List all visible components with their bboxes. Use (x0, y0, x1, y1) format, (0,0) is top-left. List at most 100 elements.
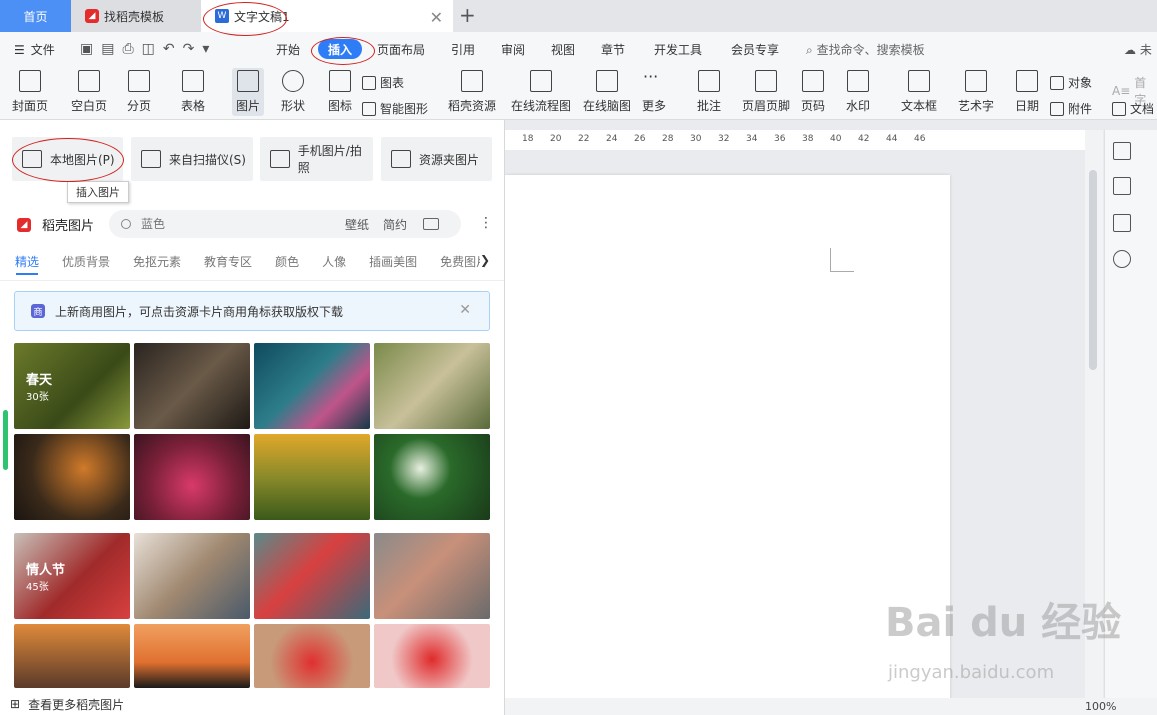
scanner-button[interactable]: 来自扫描仪(S) (131, 137, 253, 181)
selection-icon[interactable] (1113, 177, 1131, 195)
page-break-button[interactable]: 分页 (127, 70, 151, 114)
watermark-button[interactable]: 水印 (846, 70, 870, 114)
image-thumbnail[interactable] (14, 434, 130, 520)
shape-button[interactable]: 形状 (281, 70, 305, 114)
header-footer-button[interactable]: 页眉页脚 (742, 70, 790, 114)
picture-button[interactable]: 图片 (232, 68, 265, 116)
image-thumbnail[interactable] (254, 343, 370, 429)
menu-view[interactable]: 视图 (551, 41, 575, 58)
menu-bar: ☰ 文件 ▣ ▤ ⎙ ◫ ↶ ↷ ▾ 开始 插入 页面布局 引用 审阅 视图 章… (0, 32, 1157, 66)
add-tab-button[interactable]: + (459, 3, 476, 27)
blank-page-button[interactable]: 空白页 (71, 70, 107, 114)
chart-button[interactable]: 图表 (362, 74, 404, 91)
category-cutouts[interactable]: 免抠元素 (133, 253, 181, 277)
find-icon[interactable] (1113, 250, 1131, 268)
dropdown-icon[interactable]: ▾ (202, 41, 209, 57)
image-thumbnail[interactable] (134, 624, 250, 688)
phone-icon (270, 150, 290, 168)
page-number-button[interactable]: 页码 (801, 70, 825, 114)
resource-button[interactable]: 稻壳资源 (448, 70, 496, 114)
export-icon[interactable]: ▤ (101, 41, 114, 57)
preview-icon[interactable]: ◫ (142, 41, 155, 57)
cover-page-button[interactable]: 封面页 (12, 70, 48, 114)
resource-label: 稻壳资源 (448, 99, 497, 113)
category-portraits[interactable]: 人像 (322, 253, 346, 277)
collection-spring-card[interactable]: 春天 30张 (14, 343, 130, 429)
print-icon[interactable]: ⎙ (122, 41, 133, 57)
smartart-button[interactable]: 智能图形 (362, 100, 428, 117)
menu-developer[interactable]: 开发工具 (654, 41, 702, 58)
menu-references[interactable]: 引用 (451, 41, 475, 58)
image-thumbnail[interactable] (134, 343, 250, 429)
attachment-button[interactable]: 附件 (1050, 100, 1092, 117)
textbox-button[interactable]: 文本框 (901, 70, 937, 114)
image-thumbnail[interactable] (14, 624, 130, 688)
undo-icon[interactable]: ↶ (163, 41, 175, 57)
local-picture-button[interactable]: 本地图片(P) (12, 137, 123, 181)
panel-scroll-indicator[interactable] (3, 410, 8, 470)
table-button[interactable]: 表格 (181, 70, 205, 114)
image-thumbnail[interactable] (374, 434, 490, 520)
image-thumbnail[interactable] (134, 434, 250, 520)
save-icon[interactable]: ▣ (80, 41, 93, 57)
command-search[interactable]: ⌕ 查找命令、搜索模板 (806, 41, 925, 58)
menu-start[interactable]: 开始 (276, 41, 300, 58)
docpart-button[interactable]: 文档 (1112, 100, 1154, 117)
cloud-status[interactable]: ☁ 未 (1124, 41, 1152, 58)
icon-label: 图标 (328, 99, 353, 113)
search-tag-wallpaper[interactable]: 壁纸 (345, 216, 369, 233)
menu-page-layout[interactable]: 页面布局 (377, 41, 425, 58)
image-icon (22, 150, 42, 168)
outline-icon[interactable] (1113, 142, 1131, 160)
image-thumbnail[interactable] (374, 343, 490, 429)
image-thumbnail[interactable] (254, 434, 370, 520)
resource-folder-button[interactable]: 资源夹图片 (381, 137, 492, 181)
image-thumbnail[interactable] (374, 624, 490, 688)
object-button[interactable]: 对象 (1050, 74, 1092, 91)
more-options-icon[interactable]: ⋮ (479, 215, 493, 231)
tab-home[interactable]: 首页 (0, 0, 71, 32)
category-colors[interactable]: 颜色 (275, 253, 299, 277)
ruler-mark: 36 (774, 134, 786, 144)
image-thumbnail[interactable] (254, 533, 370, 619)
close-icon[interactable]: ✕ (430, 8, 443, 27)
file-menu[interactable]: ☰ 文件 (14, 41, 55, 58)
document-page[interactable] (505, 175, 950, 715)
tooltip: 插入图片 (67, 181, 129, 203)
mindmap-button[interactable]: 在线脑图 (583, 70, 631, 114)
camera-icon[interactable] (423, 218, 440, 230)
category-education[interactable]: 教育专区 (204, 253, 252, 277)
close-icon[interactable]: ✕ (459, 302, 471, 318)
image-thumbnail[interactable] (374, 533, 490, 619)
bookmark-icon[interactable] (1113, 214, 1131, 232)
date-button[interactable]: 日期 (1015, 70, 1039, 114)
menu-section[interactable]: 章节 (601, 41, 625, 58)
icon-button[interactable]: 图标 (328, 70, 352, 114)
tab-bar: 首页 ◢ 找稻壳模板 W 文字文稿1 ✕ + (0, 0, 1157, 32)
zoom-level[interactable]: 100% (1085, 700, 1116, 713)
image-thumbnail[interactable] (254, 624, 370, 688)
collection-valentine-card[interactable]: 情人节 45张 (14, 533, 130, 619)
category-backgrounds[interactable]: 优质背景 (62, 253, 110, 277)
image-thumbnail[interactable] (134, 533, 250, 619)
menu-member[interactable]: 会员专享 (731, 41, 779, 58)
comment-button[interactable]: 批注 (697, 70, 721, 114)
wordart-button[interactable]: 艺术字 (958, 70, 994, 114)
menu-review[interactable]: 审阅 (501, 41, 525, 58)
more-images-link[interactable]: 查看更多稻壳图片 (28, 696, 124, 713)
flowchart-button[interactable]: 在线流程图 (511, 70, 571, 114)
phone-picture-button[interactable]: 手机图片/拍照 (260, 137, 373, 181)
horizontal-ruler[interactable]: 18 20 22 24 26 28 30 32 34 36 38 40 42 4… (505, 130, 1085, 150)
tab-template[interactable]: ◢ 找稻壳模板 (71, 0, 201, 32)
panel-footer[interactable]: ⊞ 查看更多稻壳图片 (0, 693, 504, 715)
ruler-mark: 20 (550, 134, 562, 144)
more-button[interactable]: ··· 更多 (642, 69, 666, 114)
scrollbar-thumb[interactable] (1089, 170, 1097, 370)
image-search-input[interactable] (141, 217, 331, 231)
redo-icon[interactable]: ↷ (183, 41, 195, 57)
tab-document[interactable]: W 文字文稿1 ✕ (201, 0, 453, 32)
menu-insert[interactable]: 插入 (318, 39, 362, 59)
search-tag-simple[interactable]: 简约 (383, 216, 407, 233)
category-illustrations[interactable]: 插画美图 (369, 253, 417, 277)
chevron-right-icon[interactable]: ❯ (480, 253, 491, 267)
